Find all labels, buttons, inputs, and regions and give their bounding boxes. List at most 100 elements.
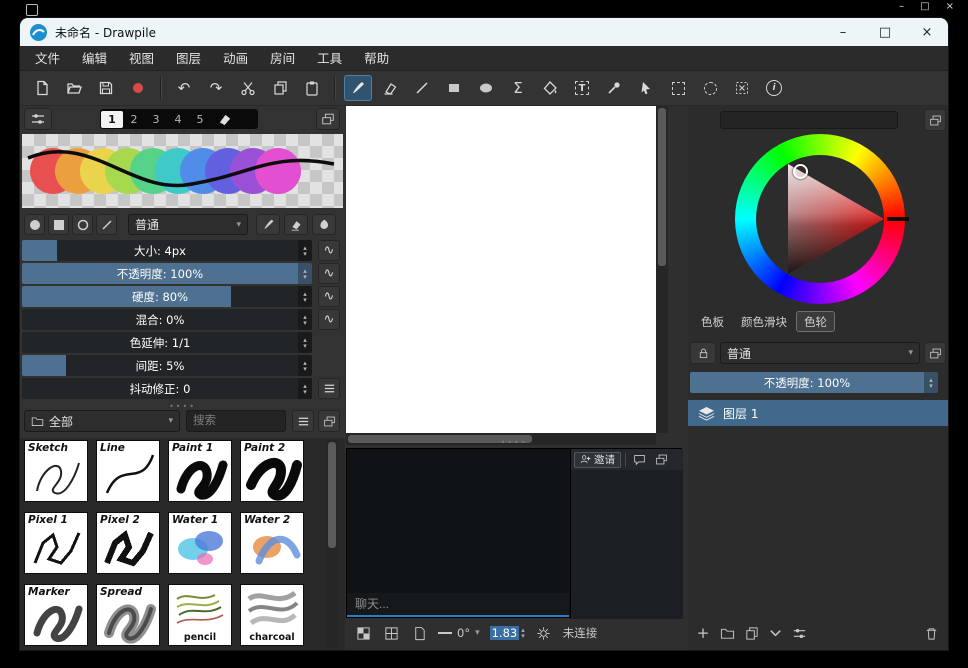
tab-color-wheel[interactable]: 色轮	[797, 312, 834, 331]
canvas-vscroll-thumb[interactable]	[658, 108, 666, 266]
chat-input[interactable]	[347, 597, 569, 611]
bezier-tool-button[interactable]: Σ	[504, 75, 532, 101]
close-button[interactable]: ×	[906, 18, 948, 46]
color-wheel[interactable]	[735, 134, 905, 304]
preset-filter-select[interactable]: 全部	[24, 410, 180, 432]
new-file-button[interactable]	[28, 75, 56, 101]
save-button[interactable]	[92, 75, 120, 101]
brush-spacing-slider[interactable]: 间距: 5%	[22, 355, 312, 376]
eraser-tool-button[interactable]	[376, 75, 404, 101]
zoom-spinner[interactable]	[521, 627, 525, 639]
layer-item[interactable]: 图层 1	[688, 400, 948, 426]
brush-preset-tile[interactable]: Water 1	[168, 512, 232, 574]
smudge-curve-button[interactable]: ∿	[318, 309, 340, 330]
menu-help[interactable]: 帮助	[353, 46, 400, 71]
menu-session[interactable]: 房间	[259, 46, 306, 71]
brush-preset-tile[interactable]: Line	[96, 440, 160, 502]
select-rectangle-tool-button[interactable]	[664, 75, 692, 101]
preset-dock-float-button[interactable]	[318, 410, 340, 432]
copy-button[interactable]	[266, 75, 294, 101]
eraser-slot-tab[interactable]	[211, 111, 239, 128]
canvas-vertical-scrollbar[interactable]	[656, 106, 668, 433]
annotation-tool-button[interactable]: T	[568, 75, 596, 101]
menu-view[interactable]: 视图	[118, 46, 165, 71]
zoom-control[interactable]: 1.83	[490, 626, 525, 640]
opacity-curve-button[interactable]: ∿	[318, 263, 340, 284]
chat-toggle-button[interactable]	[630, 452, 648, 468]
spinner[interactable]	[298, 240, 312, 261]
os-app-icon[interactable]	[26, 4, 38, 16]
spinner[interactable]	[924, 372, 938, 393]
color-dock-float-button[interactable]	[924, 109, 946, 131]
brush-size-slider[interactable]: 大小: 4px	[22, 240, 312, 261]
view-flip-button[interactable]	[410, 624, 428, 642]
spinner[interactable]	[298, 309, 312, 330]
tab-color-sliders[interactable]: 颜色滑块	[734, 312, 794, 331]
brush-preset-tile[interactable]: Marker	[24, 584, 88, 646]
select-lasso-tool-button[interactable]	[696, 75, 724, 101]
rotation-control[interactable]: 0° ▾	[438, 626, 480, 640]
preset-scrollbar[interactable]	[326, 440, 338, 648]
brush-tip-soft-button[interactable]	[24, 214, 45, 235]
layer-blend-mode-select[interactable]: 普通	[720, 342, 920, 364]
canvas-background-button[interactable]	[354, 624, 372, 642]
preset-scrollbar-thumb[interactable]	[328, 442, 336, 548]
menu-layer[interactable]: 图层	[165, 46, 212, 71]
brush-preset-tile[interactable]: charcoal	[240, 584, 304, 646]
ellipse-tool-button[interactable]	[472, 75, 500, 101]
os-close-icon[interactable]: ×	[946, 1, 954, 12]
smudge-mode-button[interactable]	[312, 214, 336, 235]
brush-dock-float-button[interactable]	[316, 108, 340, 130]
os-minimize-icon[interactable]: –	[899, 1, 904, 12]
chat-detach-button[interactable]	[652, 452, 670, 468]
layer-properties-button[interactable]	[790, 624, 808, 642]
undo-button[interactable]: ↶	[170, 75, 198, 101]
pixel-grid-button[interactable]	[382, 624, 400, 642]
add-group-button[interactable]	[718, 624, 736, 642]
brush-preset-tile[interactable]: Pixel 2	[96, 512, 160, 574]
brush-preset-tile[interactable]: Sketch	[24, 440, 88, 502]
color-marker[interactable]	[793, 164, 808, 179]
brush-tip-line-button[interactable]	[96, 214, 117, 235]
chat-splitter-handle[interactable]: ••••	[346, 440, 682, 446]
fill-tool-button[interactable]	[536, 75, 564, 101]
brush-tool-button[interactable]	[344, 75, 372, 101]
stabilizer-slider[interactable]: 抖动修正: 0	[22, 378, 312, 399]
stabilizer-menu-button[interactable]	[318, 378, 340, 399]
laser-pointer-tool-button[interactable]	[632, 75, 660, 101]
brush-slot-3[interactable]: 3	[145, 111, 167, 128]
brush-tip-round-button[interactable]	[72, 214, 93, 235]
brush-preset-tile[interactable]: Paint 2	[240, 440, 304, 502]
brush-preview-strip[interactable]	[22, 134, 343, 208]
inspector-tool-button[interactable]: i	[760, 75, 788, 101]
menu-file[interactable]: 文件	[24, 46, 71, 71]
record-button[interactable]	[124, 75, 152, 101]
brush-settings-button[interactable]	[24, 108, 52, 130]
pen-mode-button[interactable]	[256, 214, 280, 235]
layer-opacity-slider[interactable]: 不透明度: 100%	[690, 372, 938, 393]
transform-tool-button[interactable]	[728, 75, 756, 101]
brush-slot-2[interactable]: 2	[123, 111, 145, 128]
layer-dock-float-button[interactable]	[924, 342, 946, 364]
cut-button[interactable]	[234, 75, 262, 101]
spinner[interactable]	[298, 263, 312, 284]
os-maximize-icon[interactable]: □	[920, 1, 929, 12]
rectangle-tool-button[interactable]	[440, 75, 468, 101]
view-settings-button[interactable]	[535, 624, 553, 642]
preset-search-input[interactable]	[186, 410, 286, 432]
layer-lock-button[interactable]	[690, 342, 716, 364]
add-layer-button[interactable]: +	[694, 624, 712, 642]
line-tool-button[interactable]	[408, 75, 436, 101]
menu-tools[interactable]: 工具	[306, 46, 353, 71]
maximize-button[interactable]: □	[864, 18, 906, 46]
color-name-input[interactable]	[720, 111, 898, 129]
paste-button[interactable]	[298, 75, 326, 101]
open-file-button[interactable]	[60, 75, 88, 101]
size-curve-button[interactable]: ∿	[318, 240, 340, 261]
brush-opacity-slider[interactable]: 不透明度: 100%	[22, 263, 312, 284]
delete-layer-button[interactable]	[922, 624, 940, 642]
chat-log[interactable]	[347, 449, 569, 593]
brush-preset-tile[interactable]: Water 2	[240, 512, 304, 574]
brush-smudge-slider[interactable]: 混合: 0%	[22, 309, 312, 330]
color-picker-tool-button[interactable]	[600, 75, 628, 101]
